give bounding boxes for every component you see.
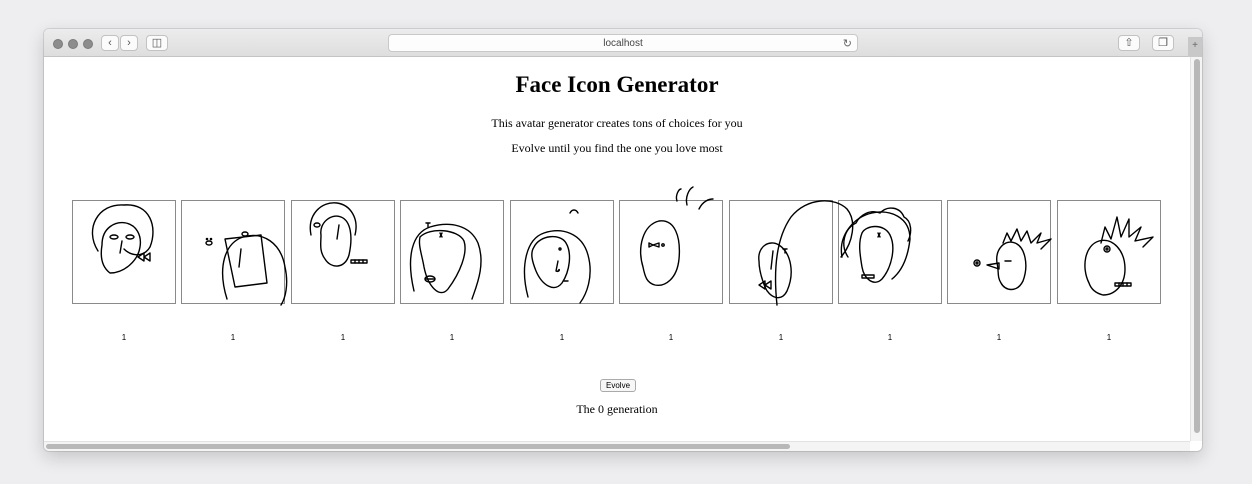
page-content: Face Icon Generator This avatar generato… [44, 57, 1190, 441]
subtitle-line-1: This avatar generator creates tons of ch… [491, 116, 743, 130]
horizontal-scrollbar-thumb[interactable] [46, 444, 790, 449]
face-score-9: 1 [996, 333, 1002, 342]
face-cell-1[interactable] [72, 200, 176, 304]
face-cell-6[interactable] [619, 200, 723, 304]
browser-toolbar: ‹ › ◫ localhost ↻ ⇧ ❐ + [44, 29, 1202, 57]
subtitle-line-2: Evolve until you find the one you love m… [511, 141, 723, 155]
share-icon[interactable]: ⇧ [1118, 35, 1140, 51]
sidebar-icon[interactable]: ◫ [146, 35, 168, 51]
face-cell-2[interactable] [181, 200, 285, 304]
face-score-3: 1 [340, 333, 346, 342]
vertical-scrollbar[interactable] [1190, 57, 1202, 441]
face-score-5: 1 [559, 333, 565, 342]
face-score-1: 1 [121, 333, 127, 342]
new-tab-icon[interactable]: + [1188, 37, 1202, 57]
forward-icon[interactable]: › [120, 35, 138, 51]
face-score-6: 1 [668, 333, 674, 342]
face-cell-9[interactable] [947, 200, 1051, 304]
face-score-7: 1 [778, 333, 784, 342]
tabs-icon[interactable]: ❐ [1152, 35, 1174, 51]
browser-window: ‹ › ◫ localhost ↻ ⇧ ❐ + Face Icon Genera… [44, 29, 1202, 451]
zoom-window-icon[interactable] [83, 39, 93, 49]
face-score-2: 1 [230, 333, 236, 342]
back-icon[interactable]: ‹ [101, 35, 119, 51]
face-cell-3[interactable] [291, 200, 395, 304]
page-title: Face Icon Generator [515, 72, 719, 97]
url-text: localhost [603, 37, 643, 49]
close-window-icon[interactable] [53, 39, 63, 49]
face-score-8: 1 [887, 333, 893, 342]
evolve-button[interactable]: Evolve [600, 379, 637, 392]
face-cell-5[interactable] [510, 200, 614, 304]
horizontal-scrollbar[interactable] [44, 441, 1190, 451]
face-cell-8[interactable] [838, 200, 942, 304]
reload-icon[interactable]: ↻ [843, 37, 852, 50]
face-cell-10[interactable] [1057, 200, 1161, 304]
vertical-scrollbar-thumb[interactable] [1194, 59, 1200, 433]
face-score-4: 1 [449, 333, 455, 342]
address-bar[interactable]: localhost ↻ [388, 34, 858, 52]
face-score-10: 1 [1106, 333, 1112, 342]
face-cell-4[interactable] [400, 200, 504, 304]
face-cell-7[interactable] [729, 200, 833, 304]
generation-text: The 0 generation [576, 402, 658, 416]
minimize-window-icon[interactable] [68, 39, 78, 49]
